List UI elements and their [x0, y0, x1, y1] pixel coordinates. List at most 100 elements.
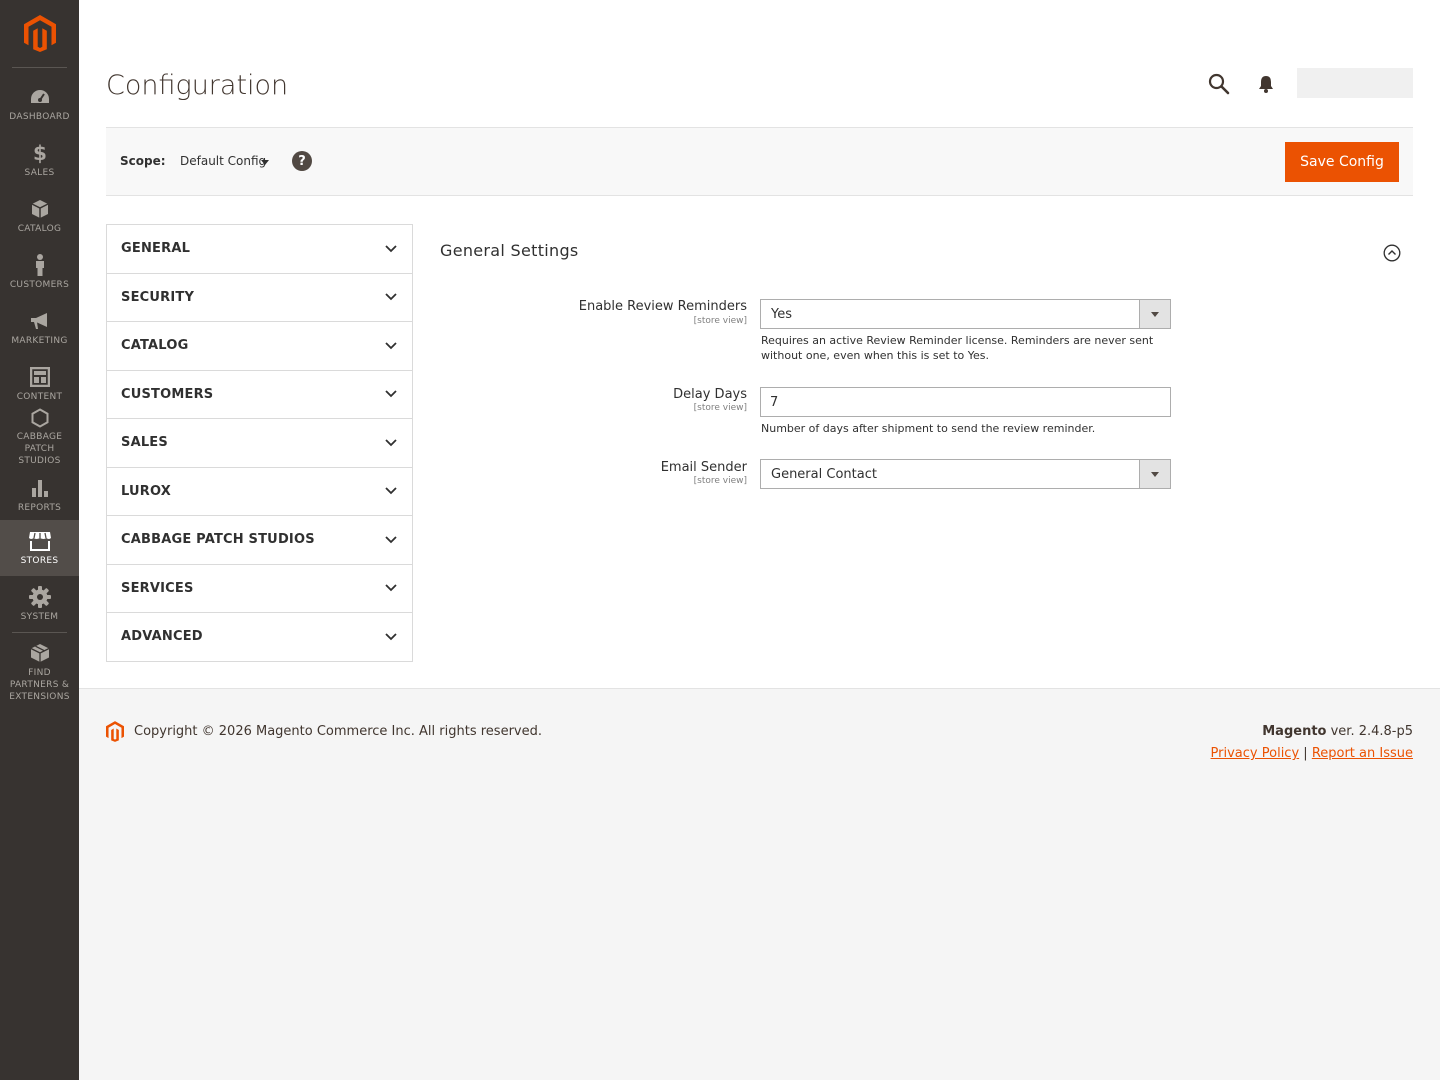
- person-icon: [35, 253, 44, 276]
- nav-sales[interactable]: $ SALES: [0, 132, 79, 188]
- dollar-icon: $: [33, 142, 47, 164]
- svg-text:$: $: [33, 142, 47, 164]
- dropdown-arrow-icon: [1139, 300, 1170, 328]
- brand-name: Magento: [1262, 724, 1327, 739]
- gear-icon: [28, 585, 51, 608]
- tab-label: SERVICES: [121, 580, 194, 596]
- nav-label: SALES: [24, 167, 55, 178]
- tab-customers[interactable]: CUSTOMERS: [107, 370, 412, 419]
- nav-label: CONTENT: [16, 391, 63, 402]
- scope-hint: [store view]: [693, 476, 747, 486]
- dropdown-arrow-icon: [1139, 460, 1170, 488]
- nav-find-partners[interactable]: FIND PARTNERS & EXTENSIONS: [0, 638, 79, 706]
- hexagon-icon: [31, 407, 48, 428]
- nav-label: CATALOG: [17, 223, 62, 234]
- chevron-up-circle-icon: [1383, 244, 1401, 262]
- privacy-policy-link[interactable]: Privacy Policy: [1211, 746, 1300, 761]
- email-sender-label: Email Sender: [660, 460, 747, 475]
- chevron-down-icon: [384, 242, 398, 256]
- bar-chart-icon: [31, 479, 48, 497]
- box-icon: [31, 199, 48, 218]
- search-icon: [1208, 73, 1230, 95]
- layout-icon: [29, 366, 50, 387]
- section-title[interactable]: General Settings: [440, 241, 579, 260]
- admin-sidebar: DASHBOARD $ SALES CATALOG CUSTOMERS MARK…: [0, 0, 79, 1080]
- nav-system[interactable]: SYSTEM: [0, 576, 79, 632]
- nav-catalog[interactable]: CATALOG: [0, 188, 79, 244]
- chevron-down-icon: [384, 290, 398, 304]
- link-separator: |: [1299, 746, 1312, 761]
- config-tabs: GENERAL SECURITY CATALOG CUSTOMERS SALES…: [106, 224, 413, 662]
- scope-label: Scope:: [120, 154, 166, 168]
- select-value: General Contact: [771, 467, 877, 482]
- delay-days-label: Delay Days: [673, 387, 747, 402]
- storefront-icon: [28, 531, 51, 551]
- tab-services[interactable]: SERVICES: [107, 564, 412, 613]
- nav-label: STORES: [20, 555, 59, 566]
- blocks-icon: [30, 643, 49, 662]
- tab-lurox[interactable]: LUROX: [107, 467, 412, 516]
- tab-sales[interactable]: SALES: [107, 419, 412, 468]
- main-content: Configuration Scope: Default Config ? Sa…: [79, 0, 1440, 688]
- tab-label: ADVANCED: [121, 629, 203, 645]
- bell-icon: [1259, 76, 1273, 93]
- email-sender-select[interactable]: General Contact: [760, 459, 1171, 489]
- magento-logo-icon: [23, 15, 56, 52]
- magento-footer-logo: [106, 721, 124, 746]
- enable-reminders-note: Requires an active Review Reminder licen…: [761, 334, 1154, 362]
- tab-catalog[interactable]: CATALOG: [107, 322, 412, 371]
- chevron-down-icon: [384, 484, 398, 498]
- nav-customers[interactable]: CUSTOMERS: [0, 244, 79, 300]
- version-text: Magento ver. 2.4.8-p5: [1262, 724, 1413, 739]
- nav-reports[interactable]: REPORTS: [0, 467, 79, 523]
- magento-logo-icon: [106, 721, 124, 742]
- scope-switcher[interactable]: Default Config: [180, 154, 266, 168]
- copyright-text: Copyright © 2026 Magento Commerce Inc. A…: [134, 724, 542, 739]
- nav-dashboard[interactable]: DASHBOARD: [0, 76, 79, 132]
- nav-label: FIND PARTNERS & EXTENSIONS: [9, 667, 70, 702]
- tab-label: SALES: [121, 435, 168, 451]
- nav-cabbage-patch-studios[interactable]: CABBAGE PATCH STUDIOS: [0, 407, 79, 466]
- tab-security[interactable]: SECURITY: [107, 273, 412, 322]
- dashboard-icon: [30, 89, 49, 103]
- tab-general[interactable]: GENERAL: [107, 225, 412, 274]
- enable-reminders-select[interactable]: Yes: [760, 299, 1171, 329]
- nav-stores[interactable]: STORES: [0, 520, 79, 576]
- magento-logo[interactable]: [0, 0, 79, 67]
- section-collapse-toggle[interactable]: [1383, 244, 1401, 266]
- nav-label: SYSTEM: [20, 611, 59, 622]
- chevron-down-icon: [384, 387, 398, 401]
- nav-marketing[interactable]: MARKETING: [0, 300, 79, 356]
- scope-hint: [store view]: [693, 403, 747, 413]
- nav-label: REPORTS: [17, 502, 62, 513]
- tab-label: LUROX: [121, 483, 171, 499]
- caret-down-icon[interactable]: [261, 160, 269, 165]
- nav-label: MARKETING: [11, 335, 68, 346]
- enable-reminders-label: Enable Review Reminders: [578, 299, 747, 314]
- chevron-down-icon: [384, 581, 398, 595]
- save-config-button[interactable]: Save Config: [1285, 142, 1399, 182]
- page-footer: Copyright © 2026 Magento Commerce Inc. A…: [79, 688, 1440, 1080]
- nav-content[interactable]: CONTENT: [0, 356, 79, 412]
- account-menu[interactable]: [1297, 68, 1413, 98]
- delay-days-input[interactable]: [760, 387, 1171, 417]
- tab-advanced[interactable]: ADVANCED: [107, 613, 412, 662]
- nav-label: CUSTOMERS: [9, 279, 70, 290]
- help-icon[interactable]: ?: [292, 151, 312, 171]
- nav-label: CABBAGE PATCH STUDIOS: [16, 431, 63, 466]
- report-issue-link[interactable]: Report an Issue: [1312, 746, 1413, 761]
- page-title: Configuration: [106, 70, 289, 101]
- tab-label: CABBAGE PATCH STUDIOS: [121, 532, 315, 548]
- tab-cabbage-patch-studios[interactable]: CABBAGE PATCH STUDIOS: [107, 516, 412, 565]
- select-value: Yes: [771, 307, 792, 322]
- version-number: ver. 2.4.8-p5: [1326, 724, 1413, 739]
- tab-label: SECURITY: [121, 289, 195, 305]
- global-search-button[interactable]: [1208, 73, 1230, 99]
- delay-days-note: Number of days after shipment to send th…: [761, 422, 1096, 435]
- chevron-down-icon: [384, 436, 398, 450]
- sidebar-divider: [12, 67, 67, 68]
- tab-label: GENERAL: [121, 241, 191, 257]
- chevron-down-icon: [384, 533, 398, 547]
- chevron-down-icon: [384, 339, 398, 353]
- notifications-button[interactable]: [1258, 75, 1274, 97]
